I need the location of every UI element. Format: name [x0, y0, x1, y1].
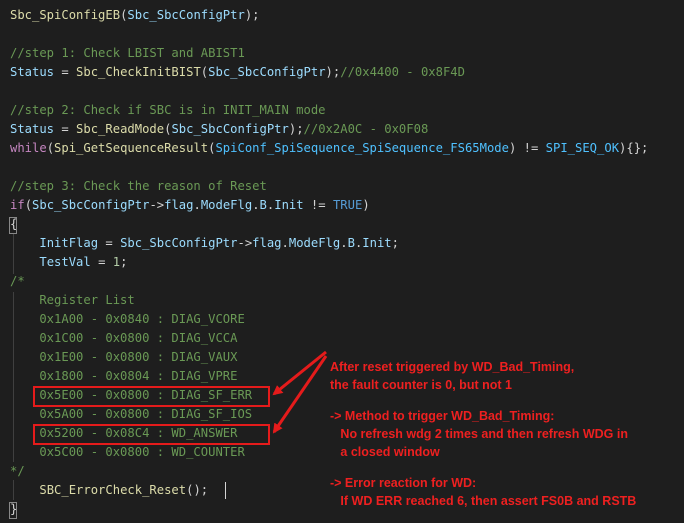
annotation-fault-counter: After reset triggered by WD_Bad_Timing, t…: [330, 340, 574, 394]
annotation-line: No refresh wdg 2 times and then refresh …: [330, 427, 628, 441]
arrow-to-wd-answer: [272, 355, 328, 434]
annotation-error-reaction: -> Error reaction for WD: If WD ERR reac…: [330, 456, 636, 510]
annotation-line: If WD ERR reached 6, then assert FS0B an…: [330, 494, 637, 508]
annotation-line: -> Error reaction for WD:: [330, 476, 477, 490]
annotation-line: -> Method to trigger WD_Bad_Timing:: [330, 409, 555, 423]
arrow-to-diag-sf-err: [272, 350, 327, 396]
annotation-line: After reset triggered by WD_Bad_Timing,: [330, 360, 575, 374]
annotation-trigger-method: -> Method to trigger WD_Bad_Timing: No r…: [330, 389, 628, 461]
